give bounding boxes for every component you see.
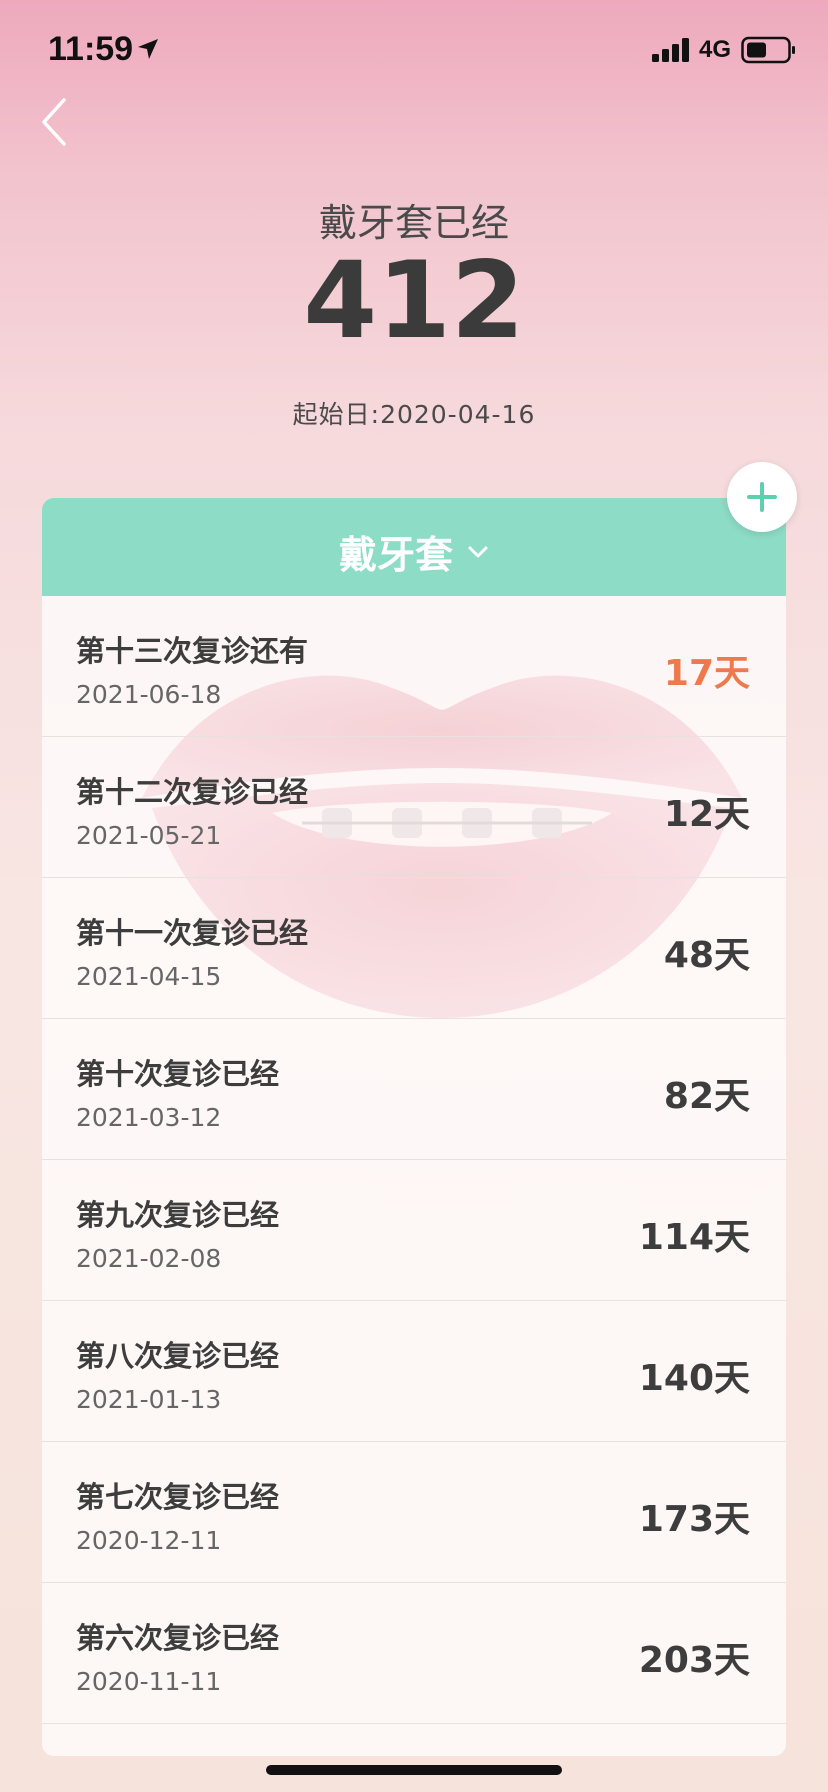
item-title: 第九次复诊已经	[76, 1198, 280, 1232]
days-count: 412	[303, 239, 525, 362]
signal-bars-icon	[652, 38, 689, 62]
item-title: 第八次复诊已经	[76, 1339, 280, 1373]
list-item[interactable]: 第六次复诊已经 2020-11-11 203天	[42, 1583, 786, 1724]
checkup-card: 戴牙套 第十三次复诊还有 2021-06-18 17天 第十二次复诊已经 202…	[42, 498, 786, 1756]
list-item[interactable]: 第十次复诊已经 2021-03-12 82天	[42, 1019, 786, 1160]
checkup-list: 第十三次复诊还有 2021-06-18 17天 第十二次复诊已经 2021-05…	[42, 596, 786, 1724]
back-chevron-icon[interactable]	[36, 94, 76, 150]
item-days: 48天	[663, 935, 750, 976]
item-days: 17天	[663, 653, 750, 694]
item-date: 2021-05-21	[76, 821, 222, 850]
item-date: 2021-03-12	[76, 1103, 222, 1132]
add-checkup-button[interactable]	[727, 462, 797, 532]
plus-icon	[747, 482, 777, 512]
item-date: 2021-01-13	[76, 1385, 222, 1414]
item-title: 第十次复诊已经	[76, 1057, 280, 1091]
battery-icon	[741, 36, 795, 64]
list-item[interactable]: 第七次复诊已经 2020-12-11 173天	[42, 1442, 786, 1583]
item-days: 114天	[638, 1217, 750, 1258]
item-days: 82天	[663, 1076, 750, 1117]
list-item[interactable]: 第十二次复诊已经 2021-05-21 12天	[42, 737, 786, 878]
category-selector[interactable]: 戴牙套	[42, 498, 786, 596]
item-date: 2020-11-11	[76, 1667, 222, 1696]
home-indicator[interactable]	[266, 1765, 562, 1775]
item-days: 173天	[638, 1499, 750, 1540]
network-type-label: 4G	[699, 36, 732, 63]
chevron-down-icon	[468, 546, 488, 557]
category-title-inner: 戴牙套	[339, 524, 489, 579]
item-days: 12天	[663, 794, 750, 835]
item-title: 第七次复诊已经	[76, 1480, 280, 1514]
list-item[interactable]: 第九次复诊已经 2021-02-08 114天	[42, 1160, 786, 1301]
item-days: 203天	[638, 1640, 750, 1681]
location-arrow-icon	[138, 39, 158, 59]
category-title: 戴牙套	[338, 533, 453, 577]
list-item[interactable]: 第八次复诊已经 2021-01-13 140天	[42, 1301, 786, 1442]
item-date: 2021-06-18	[76, 680, 222, 709]
list-item[interactable]: 第十一次复诊已经 2021-04-15 48天	[42, 878, 786, 1019]
status-bar: 11:59 4G	[0, 0, 828, 100]
start-date: 起始日:2020-04-16	[292, 400, 536, 429]
item-title: 第十三次复诊还有	[76, 634, 309, 668]
item-date: 2021-02-08	[76, 1244, 222, 1273]
item-date: 2021-04-15	[76, 962, 222, 991]
item-title: 第十一次复诊已经	[76, 916, 309, 950]
status-time: 11:59	[48, 30, 134, 68]
item-title: 第六次复诊已经	[76, 1621, 280, 1655]
item-title: 第十二次复诊已经	[76, 775, 309, 809]
category-title-row: 戴牙套	[42, 524, 786, 579]
item-date: 2020-12-11	[76, 1526, 222, 1555]
list-item[interactable]: 第十三次复诊还有 2021-06-18 17天	[42, 596, 786, 737]
item-days: 140天	[638, 1358, 750, 1399]
